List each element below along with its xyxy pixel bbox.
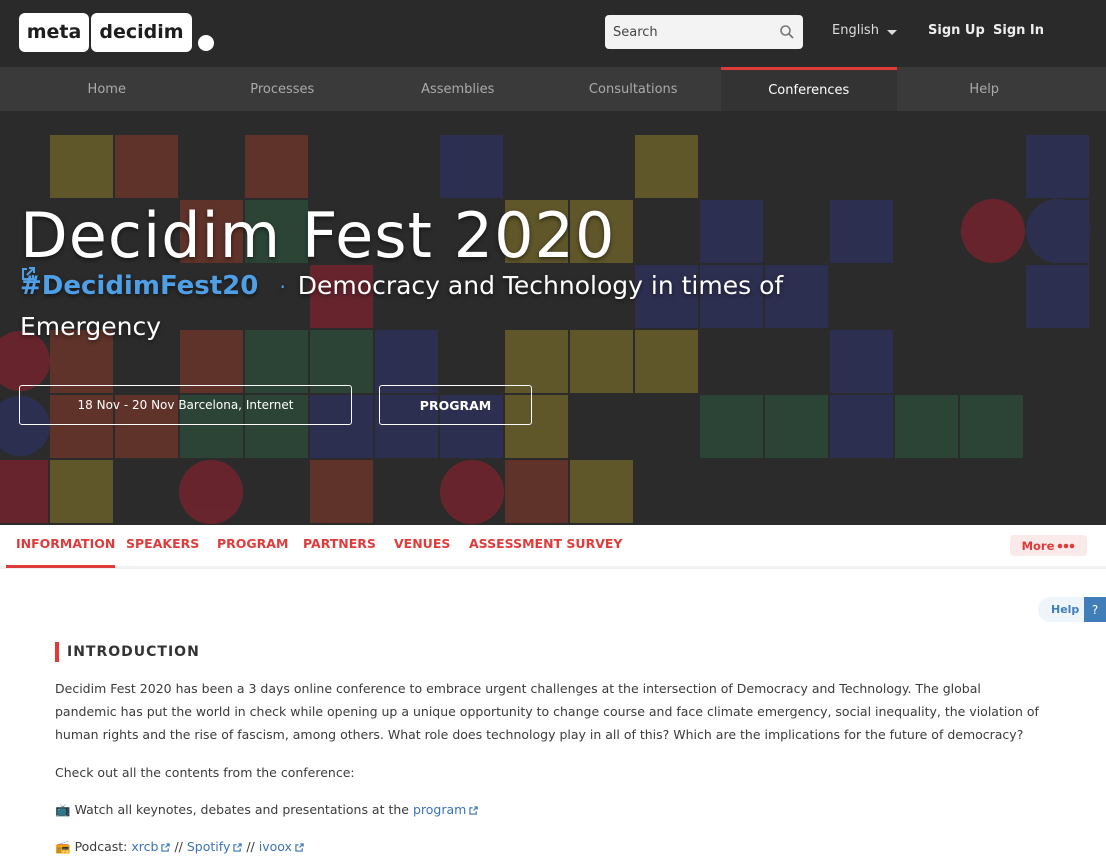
hero-banner: Decidim Fest 2020 #DecidimFest20 · Democr… xyxy=(0,111,1106,525)
podcast-separator: // xyxy=(174,839,183,854)
xrcb-link[interactable]: xrcb xyxy=(131,839,171,854)
spotify-link-text: Spotify xyxy=(186,839,231,854)
check-out-text: Check out all the contents from the conf… xyxy=(55,765,355,780)
sign-in-link[interactable]: Sign In xyxy=(993,23,1044,38)
top-bar: meta decidim Search English Sign Up Sign… xyxy=(0,0,1106,67)
watch-line: 📺 Watch all keynotes, debates and presen… xyxy=(55,798,1045,821)
section-title: INTRODUCTION xyxy=(55,642,200,662)
dates-box: 18 Nov - 20 Nov Barcelona, Internet xyxy=(19,385,352,425)
active-tab-indicator xyxy=(6,565,115,568)
external-link-icon xyxy=(233,843,243,852)
tab-speakers[interactable]: SPEAKERS xyxy=(126,536,199,551)
watch-text: Watch all keynotes, debates and presenta… xyxy=(74,802,409,817)
language-selector[interactable]: English xyxy=(832,23,897,38)
podcast-line: 📻 Podcast: xrcb // Spotify // ivoox xyxy=(55,835,1045,858)
hashtag-text: #DecidimFest20 xyxy=(20,271,259,301)
external-link-icon xyxy=(161,843,171,852)
tab-venues[interactable]: VENUES xyxy=(394,536,450,551)
language-label: English xyxy=(832,23,879,38)
nav-item-home[interactable]: Home xyxy=(19,67,195,111)
question-icon: ? xyxy=(1084,597,1106,622)
program-button[interactable]: PROGRAM xyxy=(379,385,532,425)
search-icon[interactable] xyxy=(779,24,795,40)
help-button[interactable]: Help ? xyxy=(1038,597,1106,622)
hero-subtitle: #DecidimFest20 · Democracy and Technology… xyxy=(20,266,800,347)
tv-icon: 📺 xyxy=(55,802,71,817)
nav-item-assemblies[interactable]: Assemblies xyxy=(370,67,546,111)
ivoox-link[interactable]: ivoox xyxy=(259,839,304,854)
search-placeholder: Search xyxy=(613,24,658,40)
sign-up-link[interactable]: Sign Up xyxy=(928,23,985,38)
main-nav: Home Processes Assemblies Consultations … xyxy=(0,67,1106,111)
tab-program[interactable]: PROGRAM xyxy=(217,536,288,551)
nav-item-conferences[interactable]: Conferences xyxy=(721,67,897,111)
tab-information[interactable]: INFORMATION xyxy=(16,536,115,551)
radio-icon: 📻 xyxy=(55,839,71,854)
hero-title: Decidim Fest 2020 xyxy=(20,199,616,272)
tab-partners[interactable]: PARTNERS xyxy=(303,536,376,551)
podcast-text: Podcast: xyxy=(74,839,128,854)
nav-item-help[interactable]: Help xyxy=(897,67,1073,111)
program-link[interactable]: program xyxy=(412,802,479,817)
separator-dot: · xyxy=(279,275,286,299)
ivoox-link-text: ivoox xyxy=(258,839,292,854)
hashtag-link[interactable]: #DecidimFest20 xyxy=(20,267,267,301)
logo-decidim: decidim xyxy=(91,12,192,52)
ellipsis-icon xyxy=(1058,543,1075,548)
help-label: Help xyxy=(1051,603,1080,616)
nav-item-consultations[interactable]: Consultations xyxy=(546,67,722,111)
logo-dot xyxy=(198,35,214,51)
logo-meta: meta xyxy=(19,12,89,52)
tab-assessment-survey[interactable]: ASSESSMENT SURVEY xyxy=(469,536,622,551)
spotify-link[interactable]: Spotify xyxy=(186,839,243,854)
external-link-icon xyxy=(469,806,479,815)
external-link-icon xyxy=(295,843,304,852)
nav-item-processes[interactable]: Processes xyxy=(195,67,371,111)
conference-tabs: INFORMATION SPEAKERS PROGRAM PARTNERS VE… xyxy=(0,525,1106,569)
external-link-icon xyxy=(22,267,35,280)
chevron-down-icon xyxy=(886,29,897,35)
program-link-text: program xyxy=(412,802,467,817)
site-logo[interactable]: meta decidim xyxy=(19,12,214,52)
xrcb-link-text: xrcb xyxy=(131,839,159,854)
podcast-separator: // xyxy=(246,839,255,854)
intro-paragraph: Decidim Fest 2020 has been a 3 days onli… xyxy=(55,681,1039,742)
more-label: More xyxy=(1021,538,1055,553)
more-tabs-button[interactable]: More xyxy=(1010,535,1087,556)
search-input[interactable]: Search xyxy=(605,15,803,49)
